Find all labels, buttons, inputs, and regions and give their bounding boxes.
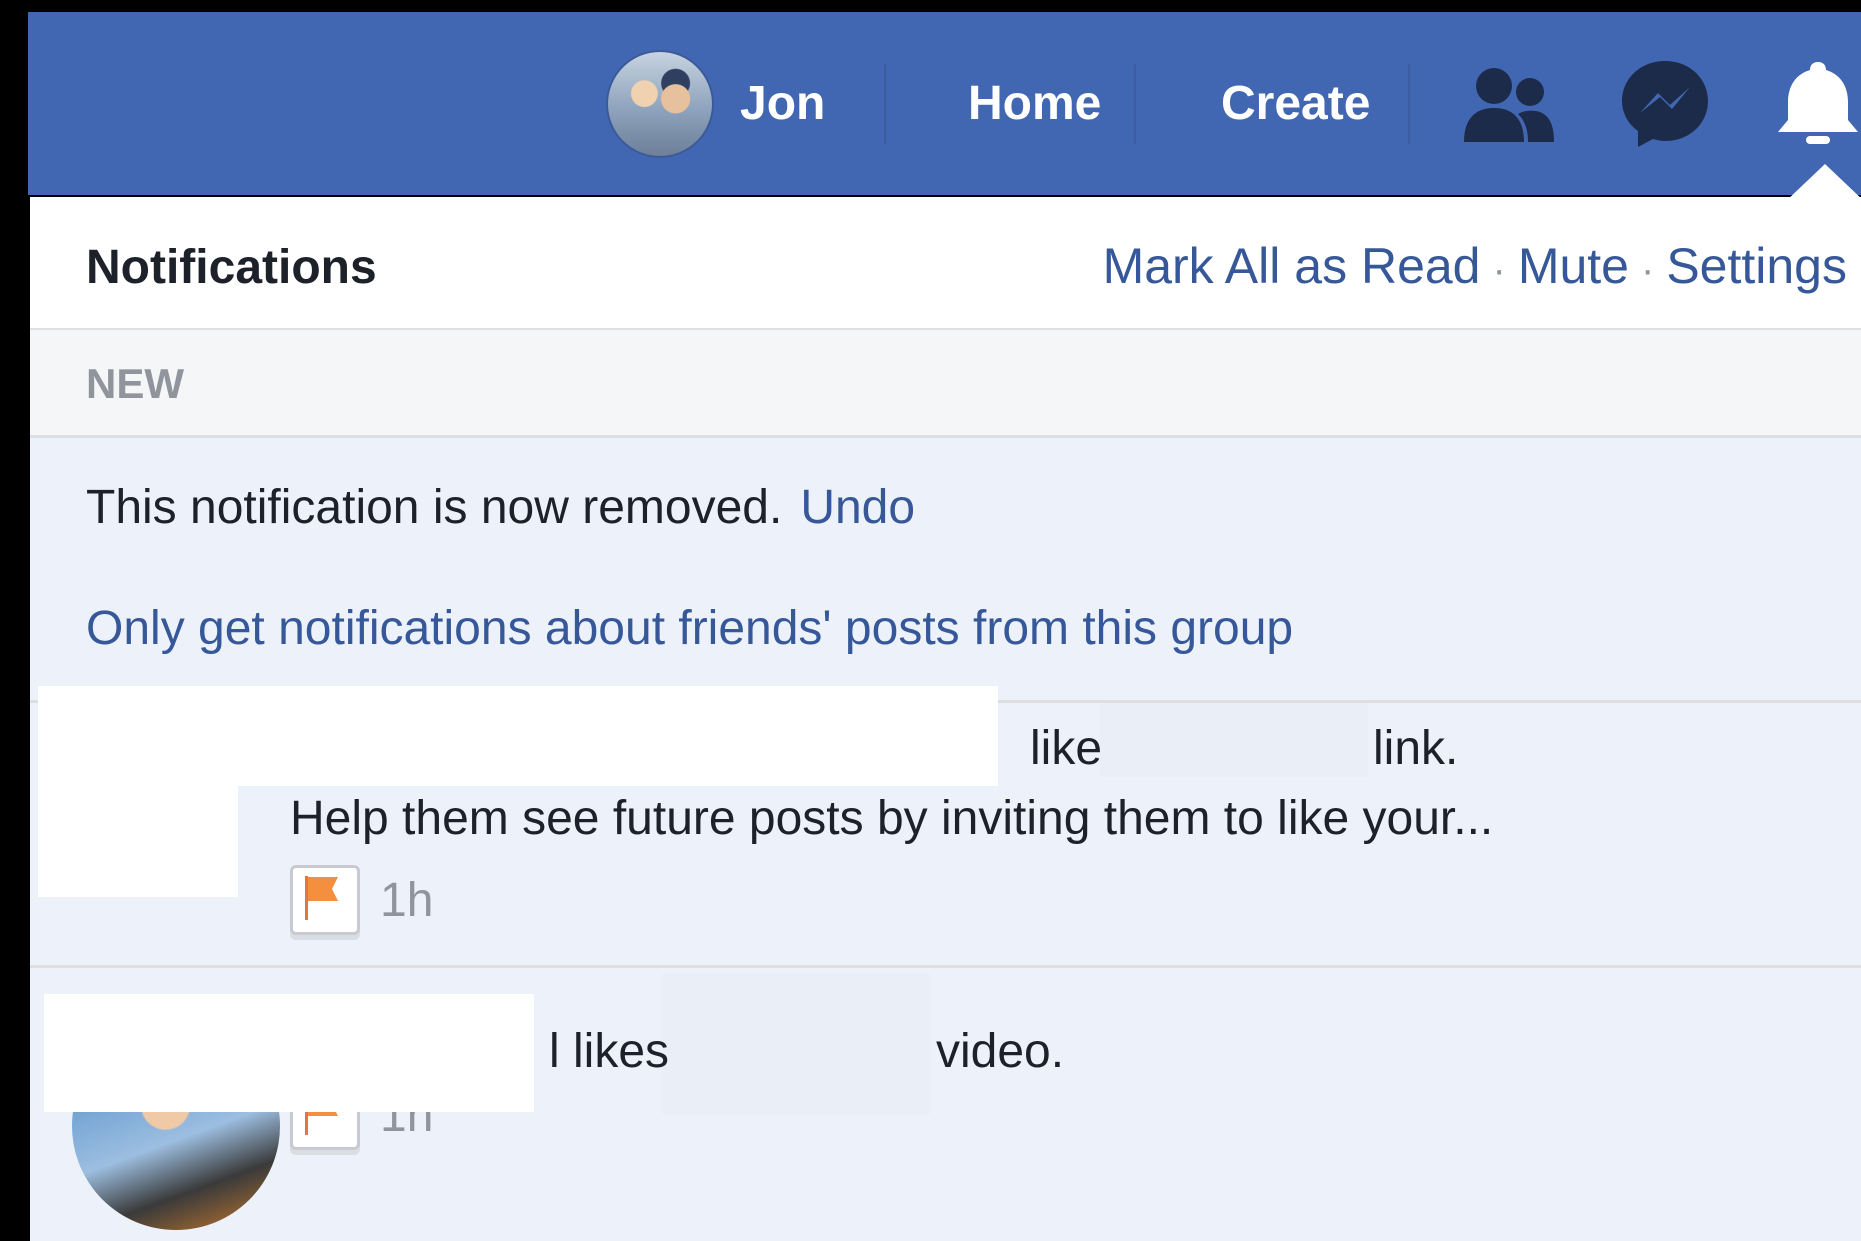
notification-fragment: l likes: [549, 1025, 670, 1078]
panel-actions: Mark All as Read · Mute · Settings: [1103, 237, 1847, 295]
nav-profile-link[interactable]: Jon: [606, 12, 825, 195]
redacted-area: [662, 974, 930, 1114]
notification-fragment: link.: [1373, 722, 1459, 775]
notification-fragment: like: [1030, 722, 1103, 775]
removed-text: This notification is now removed.: [86, 481, 783, 534]
nav-divider: [884, 64, 886, 144]
redacted-area: [44, 994, 534, 1112]
create-link[interactable]: Create: [1221, 12, 1370, 195]
mute-link[interactable]: Mute: [1518, 238, 1629, 294]
timestamp: 1h: [380, 873, 434, 927]
top-navbar: Jon Home Create: [28, 12, 1861, 195]
nav-divider: [1134, 64, 1136, 144]
messenger-icon: [1622, 60, 1708, 147]
removed-message: This notification is now removed. Undo: [86, 480, 915, 535]
screen: Jon Home Create Notifications Mark All a…: [0, 0, 1861, 1241]
create-label: Create: [1221, 77, 1371, 130]
profile-name: Jon: [740, 77, 826, 130]
removed-notification: This notification is now removed. Undo On…: [30, 438, 1861, 700]
panel-title: Notifications: [86, 241, 377, 294]
section-header: NEW: [30, 330, 1861, 438]
panel-header: Notifications Mark All as Read · Mute · Sett…: [30, 197, 1861, 330]
messenger-button[interactable]: [1618, 12, 1712, 195]
nav-divider: [1408, 64, 1410, 144]
redacted-area: [38, 783, 238, 897]
undo-link[interactable]: Undo: [800, 481, 915, 534]
notifications-panel: Notifications Mark All as Read · Mute · Sett…: [30, 197, 1861, 1241]
friend-requests-icon: [1464, 67, 1554, 142]
avatar: [606, 49, 714, 158]
separator: ·: [1492, 248, 1506, 292]
home-label: Home: [968, 77, 1102, 130]
separator: ·: [1641, 248, 1655, 292]
redacted-area: [1100, 703, 1368, 777]
bell-icon: [1778, 61, 1858, 144]
notification-meta: 1h: [290, 865, 433, 935]
section-label: NEW: [86, 360, 184, 407]
friend-requests-button[interactable]: [1460, 12, 1556, 195]
mark-all-read-link[interactable]: Mark All as Read: [1103, 238, 1481, 294]
notification-fragment: video.: [936, 1025, 1065, 1078]
list-item[interactable]: like link. Help them see future posts by…: [30, 686, 1861, 965]
settings-link[interactable]: Settings: [1666, 238, 1847, 294]
notification-preview: Help them see future posts by inviting t…: [290, 792, 1494, 845]
redacted-area: [38, 686, 998, 786]
flag-icon: [290, 865, 360, 935]
only-friends-posts-link[interactable]: Only get notifications about friends' po…: [86, 601, 1293, 656]
list-item[interactable]: l likes video. 1h: [30, 965, 1861, 1241]
home-link[interactable]: Home: [968, 12, 1101, 195]
